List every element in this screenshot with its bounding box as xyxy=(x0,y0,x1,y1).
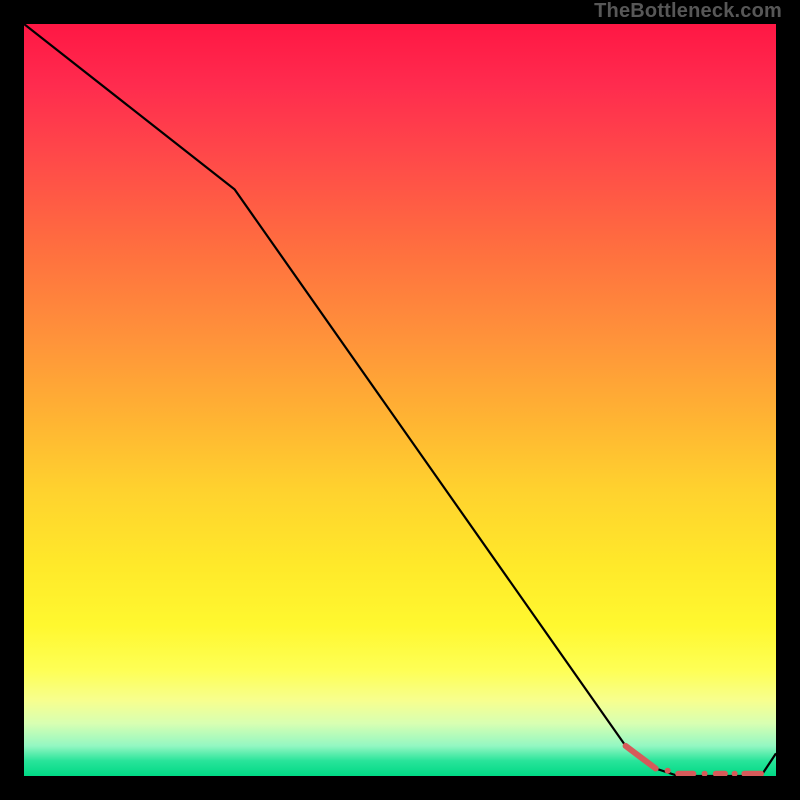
optimal-range-dash xyxy=(626,746,656,769)
plot-area xyxy=(24,24,776,776)
optimal-range-marks xyxy=(626,746,761,774)
chart-svg xyxy=(24,24,776,776)
bottleneck-curve xyxy=(24,24,776,776)
chart-container: TheBottleneck.com xyxy=(0,0,800,800)
attribution-text: TheBottleneck.com xyxy=(594,0,782,23)
